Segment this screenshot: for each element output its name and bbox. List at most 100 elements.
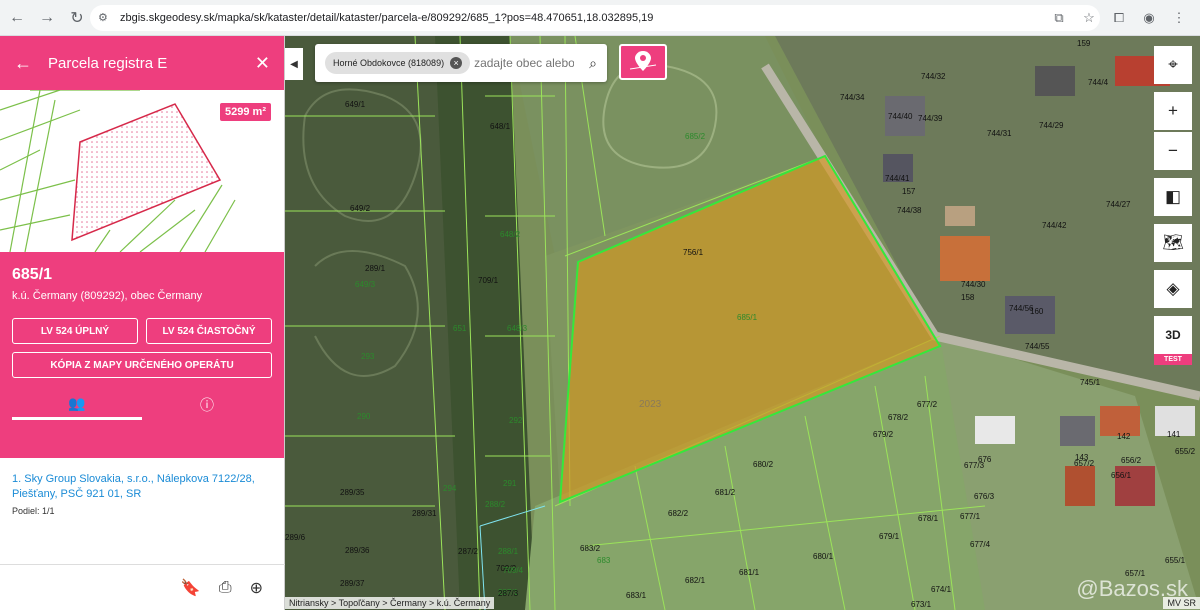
- parcel-label: 655/1: [1165, 556, 1186, 565]
- parcel-label: 648/2: [500, 230, 521, 239]
- search-input[interactable]: [474, 56, 575, 70]
- zoom-out-button[interactable]: −: [1154, 132, 1192, 170]
- parcel-label: 158: [961, 293, 975, 302]
- parcel-label: 682/2: [668, 509, 689, 518]
- parcel-label: 744/34: [840, 93, 865, 102]
- parcel-label: 709/1: [478, 276, 499, 285]
- locate-icon[interactable]: ⌖: [1154, 46, 1192, 84]
- profile-icon[interactable]: ◉: [1136, 5, 1162, 31]
- bookmark-icon[interactable]: 🔖: [181, 578, 201, 598]
- parcel-label: 157: [902, 187, 916, 196]
- parcel-label: 680/2: [753, 460, 774, 469]
- copy-map-button[interactable]: KÓPIA Z MAPY URČENÉHO OPERÁTU: [12, 352, 272, 378]
- layers-icon[interactable]: ◈: [1154, 270, 1192, 308]
- parcel-pin-button[interactable]: [619, 44, 667, 80]
- parcel-label: 679/2: [873, 430, 894, 439]
- locate-icon[interactable]: ⊕: [250, 578, 263, 598]
- year-label: 2023: [639, 399, 662, 410]
- parcel-label: 680/1: [813, 552, 834, 561]
- collapse-sidebar-button[interactable]: ◀: [285, 48, 303, 80]
- parcel-number: 685/1: [12, 266, 53, 283]
- site-info-icon[interactable]: ⚙: [98, 11, 112, 25]
- parcel-label: 744/55: [1025, 342, 1050, 351]
- url-text[interactable]: zbgis.skgeodesy.sk/mapka/sk/kataster/det…: [120, 12, 653, 24]
- search-chip[interactable]: Horné Obdokovce (818089) ×: [325, 52, 471, 74]
- parcel-label: 677/1: [960, 512, 981, 521]
- menu-icon[interactable]: ⋮: [1166, 5, 1192, 31]
- parcel-label: 676: [978, 455, 992, 464]
- owner-share: Podiel: 1/1: [12, 506, 55, 516]
- map-image-icon[interactable]: 🗺: [1154, 224, 1192, 262]
- parcel-info: 685/1 k.ú. Čermany (809292), obec Čerman…: [0, 252, 284, 458]
- compare-icon[interactable]: ◧: [1154, 178, 1192, 216]
- parcel-label: 678/1: [918, 514, 939, 523]
- parcel-label: 292: [509, 416, 523, 425]
- parcel-label: 289/6: [285, 533, 306, 542]
- tab-owners[interactable]: 👥: [12, 390, 142, 420]
- search-icon[interactable]: ⌕: [589, 55, 597, 72]
- parcel-label: 651: [453, 324, 467, 333]
- parcel-label: 649/2: [350, 204, 371, 213]
- lv-partial-button[interactable]: LV 524 ČIASTOČNÝ: [146, 318, 272, 344]
- install-app-icon[interactable]: ⧉: [1046, 5, 1072, 31]
- reload-icon[interactable]: ↻: [64, 5, 90, 31]
- parcel-label: 288/2: [485, 500, 506, 509]
- address-bar[interactable]: ⚙ zbgis.skgeodesy.sk/mapka/sk/kataster/d…: [90, 5, 1100, 31]
- search-chip-label: Horné Obdokovce (818089): [333, 58, 445, 68]
- parcel-label: 294: [443, 484, 457, 493]
- map-attribution: MV SR: [1163, 597, 1200, 609]
- back-arrow-icon[interactable]: ←: [4, 5, 30, 31]
- parcel-label: 744/39: [918, 114, 943, 123]
- parcel-label: 655/2: [1175, 447, 1196, 456]
- bookmark-star-icon[interactable]: ☆: [1076, 5, 1102, 31]
- parcel-sidebar: ← Parcela registra E ✕ 5299 m² 685/1 k.ú…: [0, 36, 285, 610]
- parcel-label: 709/4: [503, 566, 524, 575]
- forward-arrow-icon[interactable]: →: [34, 5, 60, 31]
- parcel-location: k.ú. Čermany (809292), obec Čermany: [12, 290, 203, 302]
- close-icon[interactable]: ✕: [255, 53, 270, 74]
- parcel-label: 143: [1075, 453, 1089, 462]
- parcel-label: 744/32: [921, 72, 946, 81]
- parcel-label: 159: [1077, 39, 1091, 48]
- parcel-label: 685/2: [685, 132, 706, 141]
- back-arrow-icon[interactable]: ←: [14, 53, 44, 74]
- cadastre-map[interactable]: 2023 649/1 648/1 649/2 685/2 756/1 648/2 709/1…: [285, 36, 1200, 610]
- parcel-label: 683: [597, 556, 611, 565]
- parcel-label: 291: [503, 479, 517, 488]
- people-icon: 👥: [68, 395, 86, 411]
- owner-entry[interactable]: 1. Sky Group Slovakia, s.r.o., Nálepkova…: [12, 472, 272, 502]
- parcel-label: 682/1: [685, 576, 706, 585]
- parcel-label: 141: [1167, 430, 1181, 439]
- parcel-label: 681/2: [715, 488, 736, 497]
- area-badge: 5299 m²: [219, 102, 272, 122]
- parcel-label: 649/1: [345, 100, 366, 109]
- parcel-label: 677/4: [970, 540, 991, 549]
- parcel-label: 289/37: [340, 579, 365, 588]
- 3d-button[interactable]: 3D: [1154, 316, 1192, 354]
- parcel-label: 648/1: [490, 122, 511, 131]
- parcel-label: 288/1: [498, 547, 519, 556]
- map-footer: Nitriansky > Topoľčany > Čermany > k.ú. …: [285, 596, 1200, 610]
- parcel-label: 683/2: [580, 544, 601, 553]
- info-icon: ⓘ: [200, 397, 214, 413]
- test-badge: TEST: [1154, 354, 1192, 365]
- browser-toolbar: ← → ↻ ⚙ zbgis.skgeodesy.sk/mapka/sk/kata…: [0, 0, 1200, 36]
- print-icon[interactable]: ⎙: [219, 579, 232, 597]
- tab-info[interactable]: ⓘ: [142, 390, 272, 420]
- parcel-label: 744/29: [1039, 121, 1064, 130]
- parcel-label: 679/1: [879, 532, 900, 541]
- lv-full-button[interactable]: LV 524 ÚPLNÝ: [12, 318, 138, 344]
- parcel-label: 142: [1117, 432, 1131, 441]
- parcel-label: 289/1: [365, 264, 386, 273]
- parcel-label: 290: [357, 412, 371, 421]
- parcel-label: 744/4: [1088, 78, 1109, 87]
- map-pin-icon: [629, 51, 657, 71]
- zoom-in-button[interactable]: +: [1154, 92, 1192, 130]
- parcel-label: 744/27: [1106, 200, 1131, 209]
- extensions-icon[interactable]: ⧠: [1106, 5, 1132, 31]
- parcel-label: 744/42: [1042, 221, 1067, 230]
- search-bar[interactable]: Horné Obdokovce (818089) × ⌕: [315, 44, 607, 82]
- parcel-label: 289/35: [340, 488, 365, 497]
- close-icon[interactable]: ×: [450, 57, 463, 69]
- parcel-label: 287/2: [458, 547, 479, 556]
